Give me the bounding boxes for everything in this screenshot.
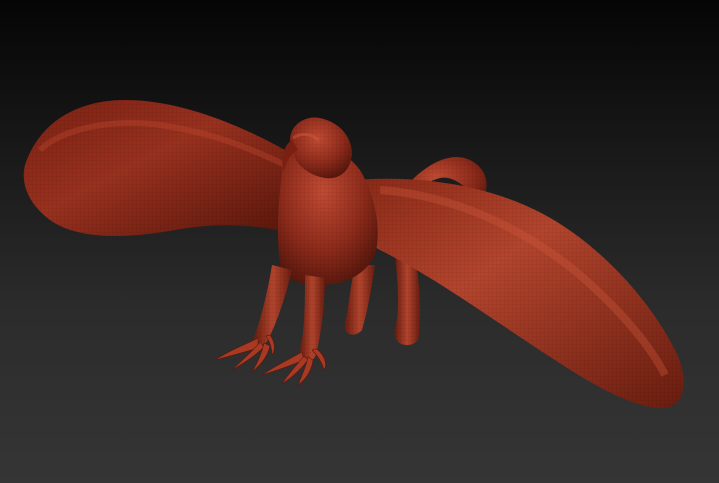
front-right-talons [261, 348, 326, 386]
left-wing [23, 100, 287, 236]
griffin-model-render [23, 100, 684, 409]
3d-viewport[interactable] [0, 0, 719, 483]
